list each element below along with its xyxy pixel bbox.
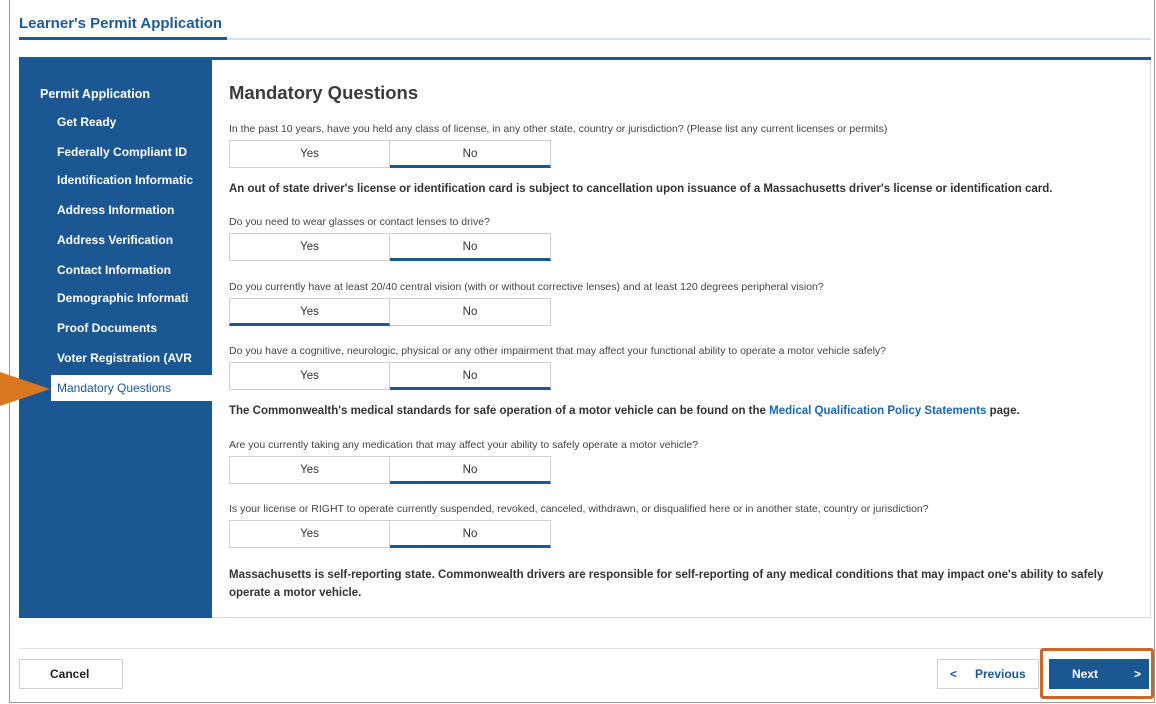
chevron-left-icon: <	[950, 667, 958, 681]
question-glasses: Do you need to wear glasses or contact l…	[229, 216, 490, 228]
footer-divider	[19, 648, 1151, 649]
toggle-suspension: Yes No	[229, 520, 552, 548]
toggle-prior-license: Yes No	[229, 140, 552, 168]
cancel-button[interactable]: Cancel	[19, 659, 123, 689]
no-option[interactable]: No	[390, 520, 551, 548]
notice-medical-standards: The Commonwealth's medical standards for…	[229, 405, 1020, 417]
sidebar-item-mandatory-questions[interactable]: Mandatory Questions	[51, 375, 212, 401]
sidebar-item-voter-registration[interactable]: Voter Registration (AVR	[57, 346, 207, 372]
question-impairment: Do you have a cognitive, neurologic, phy…	[229, 345, 886, 357]
toggle-glasses: Yes No	[229, 233, 552, 261]
notice-medical-suffix: page.	[989, 405, 1020, 417]
question-prior-license: In the past 10 years, have you held any …	[229, 123, 888, 135]
toggle-vision: Yes No	[229, 298, 552, 326]
notice-medical-prefix: The Commonwealth's medical standards for…	[229, 405, 766, 417]
sidebar-item-identification-information[interactable]: Identification Informatic	[57, 168, 207, 194]
no-option[interactable]: No	[390, 298, 551, 326]
no-option[interactable]: No	[390, 362, 551, 390]
no-option[interactable]: No	[390, 233, 551, 261]
toggle-medication: Yes No	[229, 456, 552, 484]
yes-option[interactable]: Yes	[229, 140, 390, 168]
sidebar-item-address-information[interactable]: Address Information	[57, 198, 207, 224]
previous-button[interactable]: < Previous	[937, 659, 1039, 689]
notice-self-reporting: Massachusetts is self-reporting state. C…	[229, 569, 1104, 599]
question-vision: Do you currently have at least 20/40 cen…	[229, 281, 824, 293]
title-divider	[227, 38, 1151, 40]
sidebar-heading: Permit Application	[40, 87, 150, 101]
no-option[interactable]: No	[390, 456, 551, 484]
sidebar-item-proof-documents[interactable]: Proof Documents	[57, 316, 207, 342]
question-medication: Are you currently taking any medication …	[229, 439, 699, 451]
yes-option[interactable]: Yes	[229, 456, 390, 484]
callout-arrow	[0, 372, 50, 406]
yes-option[interactable]: Yes	[229, 362, 390, 390]
yes-option[interactable]: Yes	[229, 520, 390, 548]
sidebar-item-federally-compliant-id[interactable]: Federally Compliant ID	[57, 140, 207, 166]
yes-option[interactable]: Yes	[229, 233, 390, 261]
title-underline	[19, 37, 227, 40]
sidebar-item-address-verification[interactable]: Address Verification	[57, 228, 207, 254]
sidebar-item-get-ready[interactable]: Get Ready	[57, 110, 207, 136]
chevron-right-icon: >	[1134, 667, 1142, 681]
medical-policy-link[interactable]: Medical Qualification Policy Statements	[769, 405, 986, 417]
page-title: Learner's Permit Application	[19, 15, 223, 32]
next-button[interactable]: Next >	[1049, 659, 1149, 689]
sidebar-item-contact-information[interactable]: Contact Information	[57, 258, 207, 284]
sidebar-nav: Permit Application Get Ready Federally C…	[19, 60, 212, 618]
yes-option[interactable]: Yes	[229, 298, 390, 326]
section-title: Mandatory Questions	[229, 82, 419, 103]
toggle-impairment: Yes No	[229, 362, 552, 390]
notice-out-of-state: An out of state driver's license or iden…	[229, 183, 1053, 195]
no-option[interactable]: No	[390, 140, 551, 168]
previous-label: Previous	[975, 667, 1026, 681]
next-label: Next	[1072, 667, 1099, 681]
question-suspension: Is your license or RIGHT to operate curr…	[229, 503, 929, 515]
sidebar-item-demographic-information[interactable]: Demographic Informati	[57, 286, 207, 312]
